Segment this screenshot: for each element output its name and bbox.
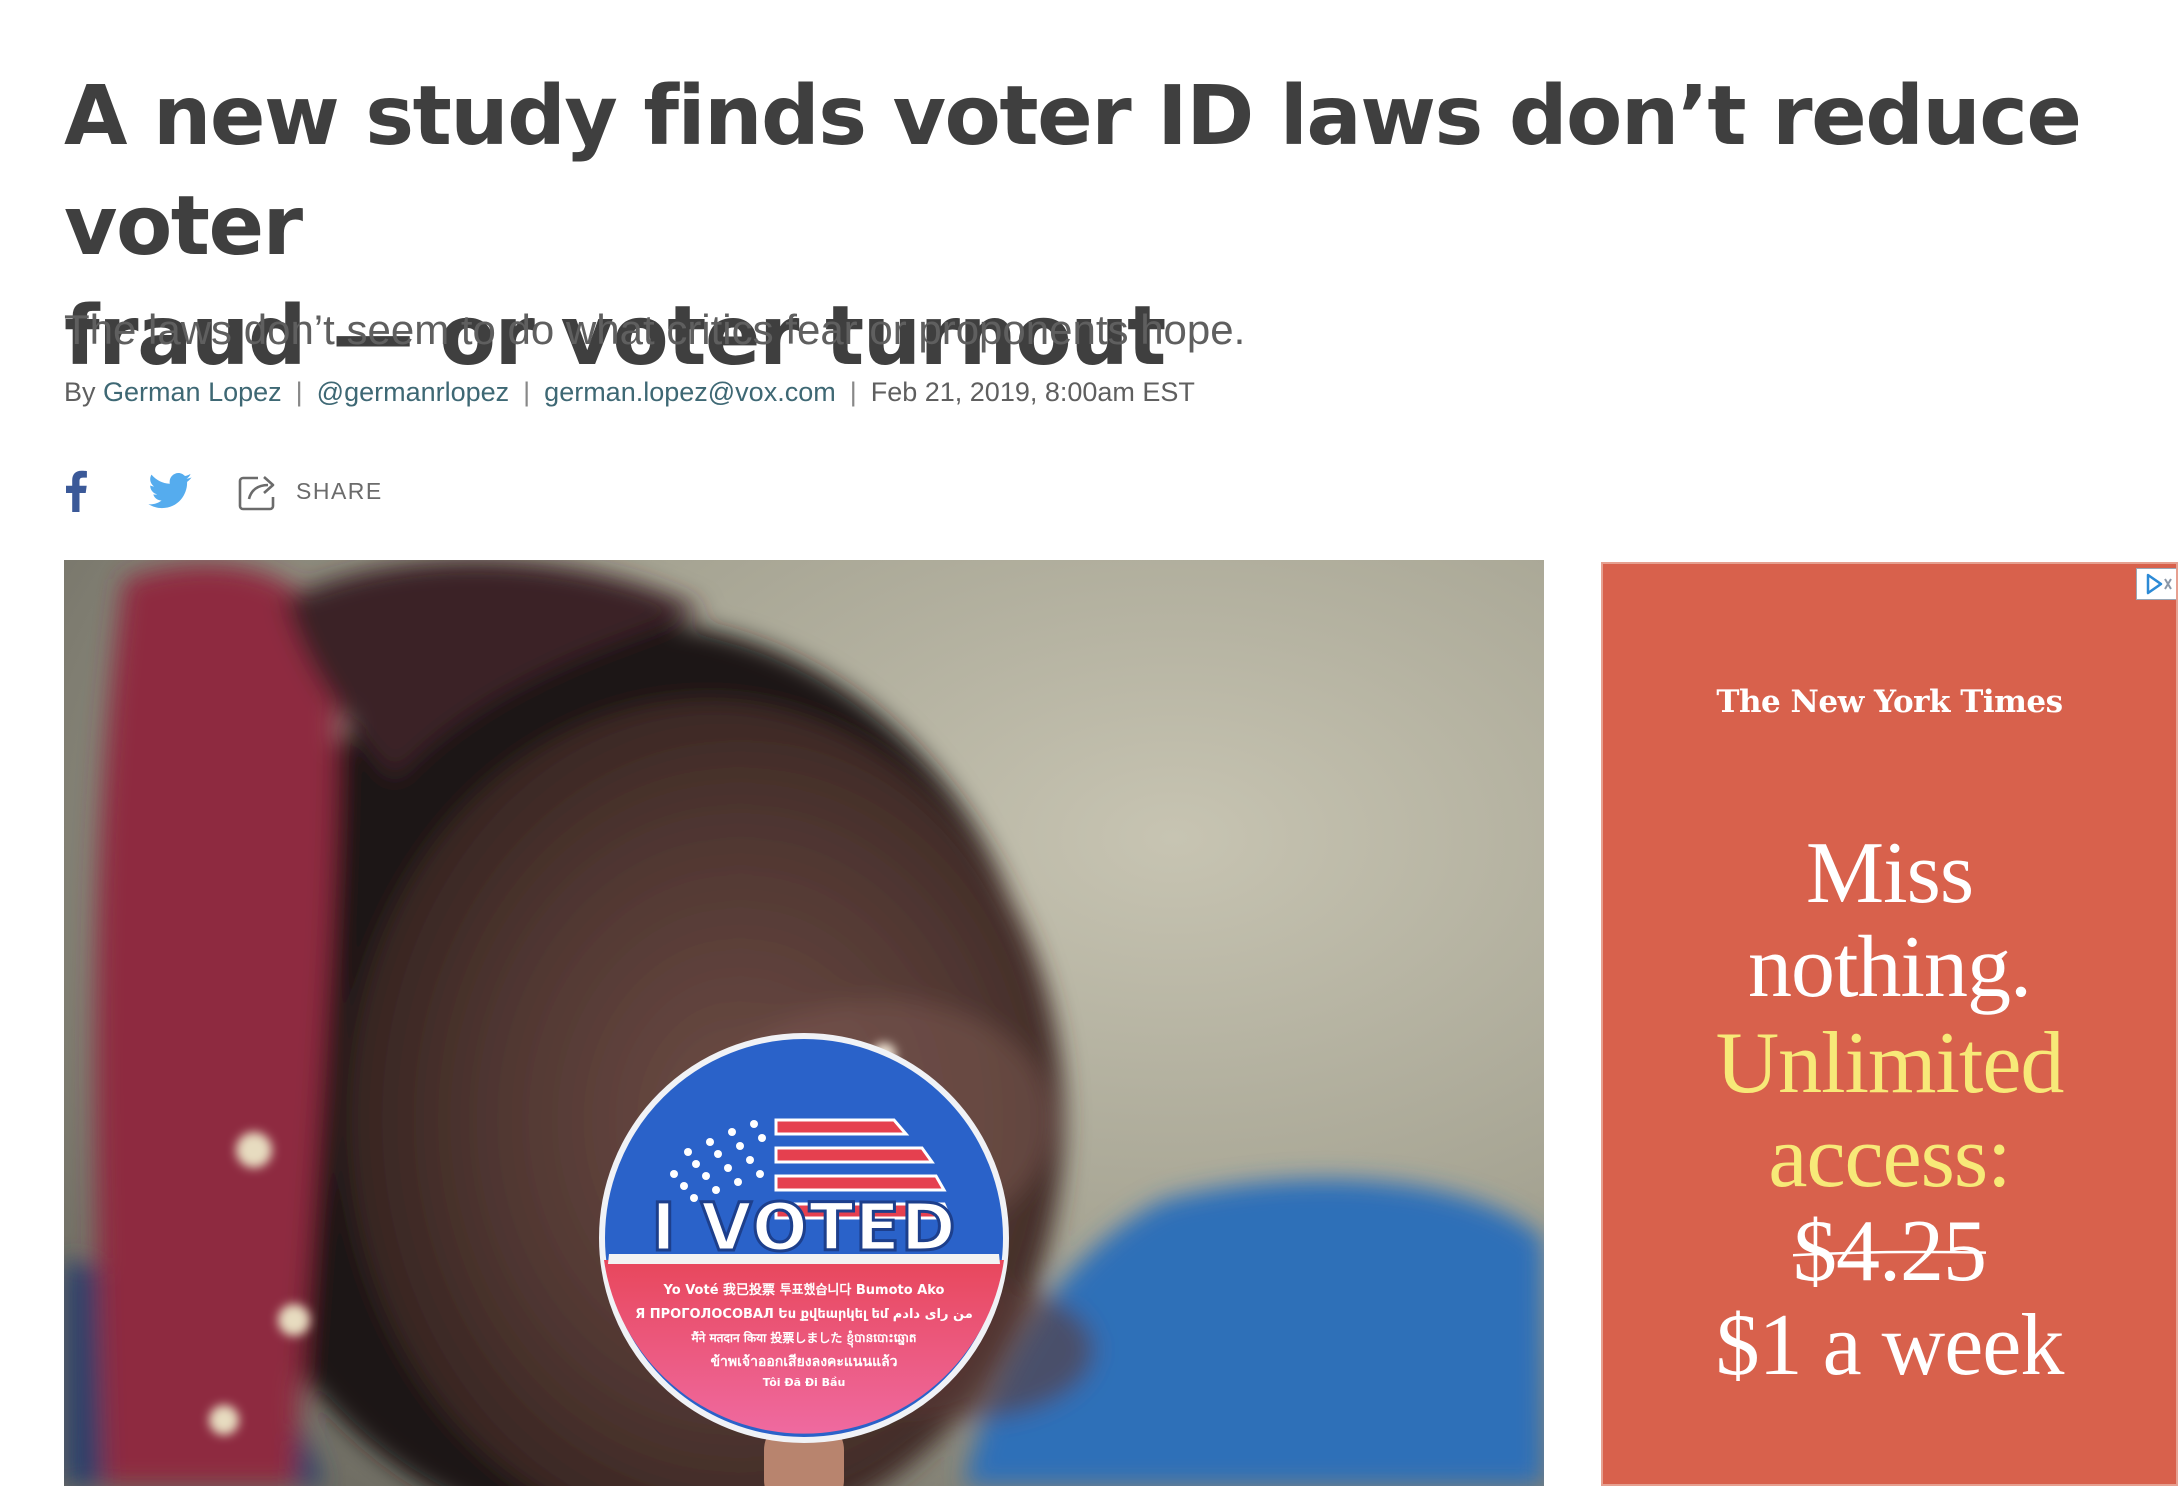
byline-separator: | [849,377,857,407]
byline: By German Lopez | @germanrlopez | german… [64,372,1195,412]
ad-new-price: $1 a week [1715,1297,2065,1394]
nyt-logo: The New York Times [1716,684,2063,720]
ad-choices-button[interactable] [2136,568,2176,600]
ad-choices-icon [2146,573,2172,595]
share-icon [238,476,275,511]
twitter-handle-link[interactable]: @germanrlopez [317,372,510,412]
ad-line-access: access: [1768,1109,2011,1206]
voter-photo: I VOTED Yo Voté 我已投票 투표했습니다 Bumoto Ako Я… [64,560,1544,1486]
author-link[interactable]: German Lopez [103,372,282,412]
byline-by: By [64,377,96,407]
headline-line-1: A new study finds voter ID laws don’t re… [64,69,2082,274]
twitter-icon [148,473,192,509]
share-label: SHARE [296,477,383,504]
article-dek: The laws don’t seem to do what critics f… [64,306,1246,353]
sticker-line: ข้าพเจ้าออกเสียงลงคะแนนแล้ว [710,1354,897,1370]
sticker-line: Я ПРОГОЛОСОВАЛ Ես քվեարկել եմ من رای داد… [635,1307,973,1322]
sticker-title: I VOTED [651,1189,956,1266]
ad-old-price-row: $4.25 [1603,1204,2176,1300]
publish-date: Feb 21, 2019, 8:00am EST [870,377,1195,407]
twitter-share-button[interactable] [148,473,192,509]
facebook-icon [66,470,87,512]
byline-separator: | [295,377,303,407]
share-button[interactable]: SHARE [238,471,383,511]
ad-line-unlimited: Unlimited [1715,1015,2065,1112]
facebook-share-button[interactable] [64,470,88,512]
author-email-link[interactable]: german.lopez@vox.com [544,372,836,412]
byline-separator: | [523,377,531,407]
strikethrough-line [1793,1204,1986,1300]
ad-old-price: $4.25 [1793,1204,1987,1300]
ad-line-miss: Miss [1805,825,1974,922]
hero-image: I VOTED Yo Voté 我已投票 투표했습니다 Bumoto Ako Я… [64,560,1544,1486]
nyt-subscription-ad[interactable]: The New York Times Miss nothing. Unlimit… [1601,562,2178,1486]
sticker-line: Tôi Đã Đi Bầu [763,1376,846,1389]
share-bar: SHARE [64,466,383,516]
sticker-line: Yo Voté 我已投票 투표했습니다 Bumoto Ako [663,1282,945,1298]
ad-line-nothing: nothing. [1748,919,2032,1016]
